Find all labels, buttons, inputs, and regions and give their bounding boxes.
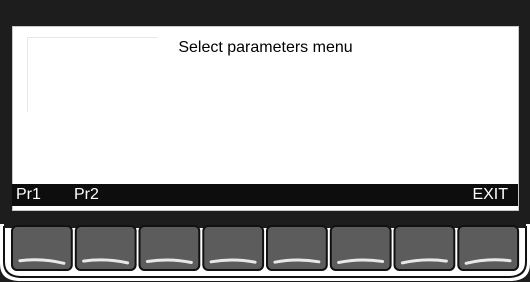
softkey-7-button[interactable] [393,225,456,271]
softkey-8-button[interactable] [457,225,520,271]
softkey-1-label: Pr1 [16,186,41,203]
softkey-5-button[interactable] [266,225,328,271]
softkey-1-button[interactable] [11,225,73,271]
softkey-6-button[interactable] [329,225,392,271]
softkey-exit-label: EXIT [472,186,508,203]
page-title: Select parameters menu [178,39,353,56]
softkey-row [0,212,530,281]
softkey-label-bar: Pr1 Pr2 EXIT [12,184,518,206]
softkey-4-button[interactable] [202,225,265,271]
softkey-2-button[interactable] [74,225,137,271]
softkey-3-button[interactable] [138,225,201,271]
screen-divider [27,37,157,38]
softkey-2-label: Pr2 [74,186,99,203]
